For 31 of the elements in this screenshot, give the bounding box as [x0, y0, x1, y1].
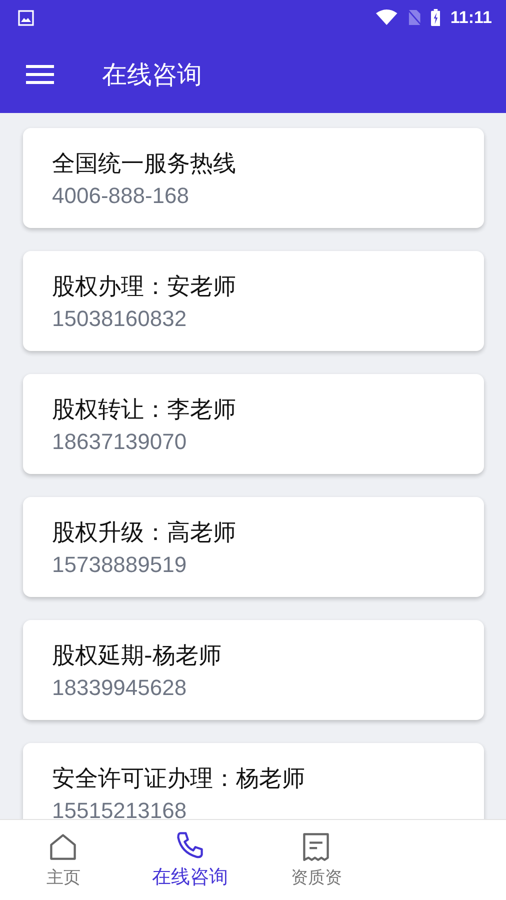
- phone-number: 15515213168: [52, 798, 188, 819]
- phone-icon: [174, 830, 205, 860]
- contact-card[interactable]: 全国统一服务热线 4006-888-168: [23, 128, 484, 228]
- clock: 11:11: [450, 8, 492, 28]
- contact-name: 全国统一服务热线: [52, 150, 237, 178]
- contact-name: 股权升级：高老师: [52, 518, 237, 548]
- phone-number: 18339945628: [52, 674, 188, 700]
- phone-number: 15038160832: [52, 306, 188, 332]
- phone-number: 4006-888-168: [52, 182, 190, 208]
- menu-icon[interactable]: [26, 64, 54, 84]
- contact-name: 股权转让：李老师: [52, 396, 237, 424]
- document-icon: [301, 832, 332, 862]
- contact-name: 股权办理：安老师: [52, 272, 237, 302]
- contact-card[interactable]: 股权延期-杨老师 18339945628: [23, 620, 484, 720]
- nav-tab[interactable]: 在线咨询: [126, 820, 253, 900]
- contact-card[interactable]: 股权转让：李老师 18637139070: [23, 374, 484, 474]
- nav-tab[interactable]: 主页: [0, 820, 126, 900]
- nav-tab[interactable]: 资质资: [253, 820, 380, 900]
- image-icon: [18, 10, 34, 26]
- page-title: 在线咨询: [102, 58, 202, 90]
- battery-icon: [430, 9, 440, 26]
- no-sim-icon: [408, 9, 421, 26]
- wifi-icon: [376, 9, 398, 26]
- contact-name: 安全许可证办理：杨老师: [52, 764, 306, 794]
- contact-name: 股权延期-杨老师: [52, 642, 222, 670]
- home-icon: [48, 832, 78, 862]
- contact-card[interactable]: 安全许可证办理：杨老师 15515213168: [23, 743, 484, 819]
- contact-card[interactable]: 股权升级：高老师 15738889519: [23, 497, 484, 597]
- contact-card[interactable]: 股权办理：安老师 15038160832: [23, 251, 484, 351]
- phone-number: 18637139070: [52, 428, 188, 454]
- phone-number: 15738889519: [52, 552, 188, 578]
